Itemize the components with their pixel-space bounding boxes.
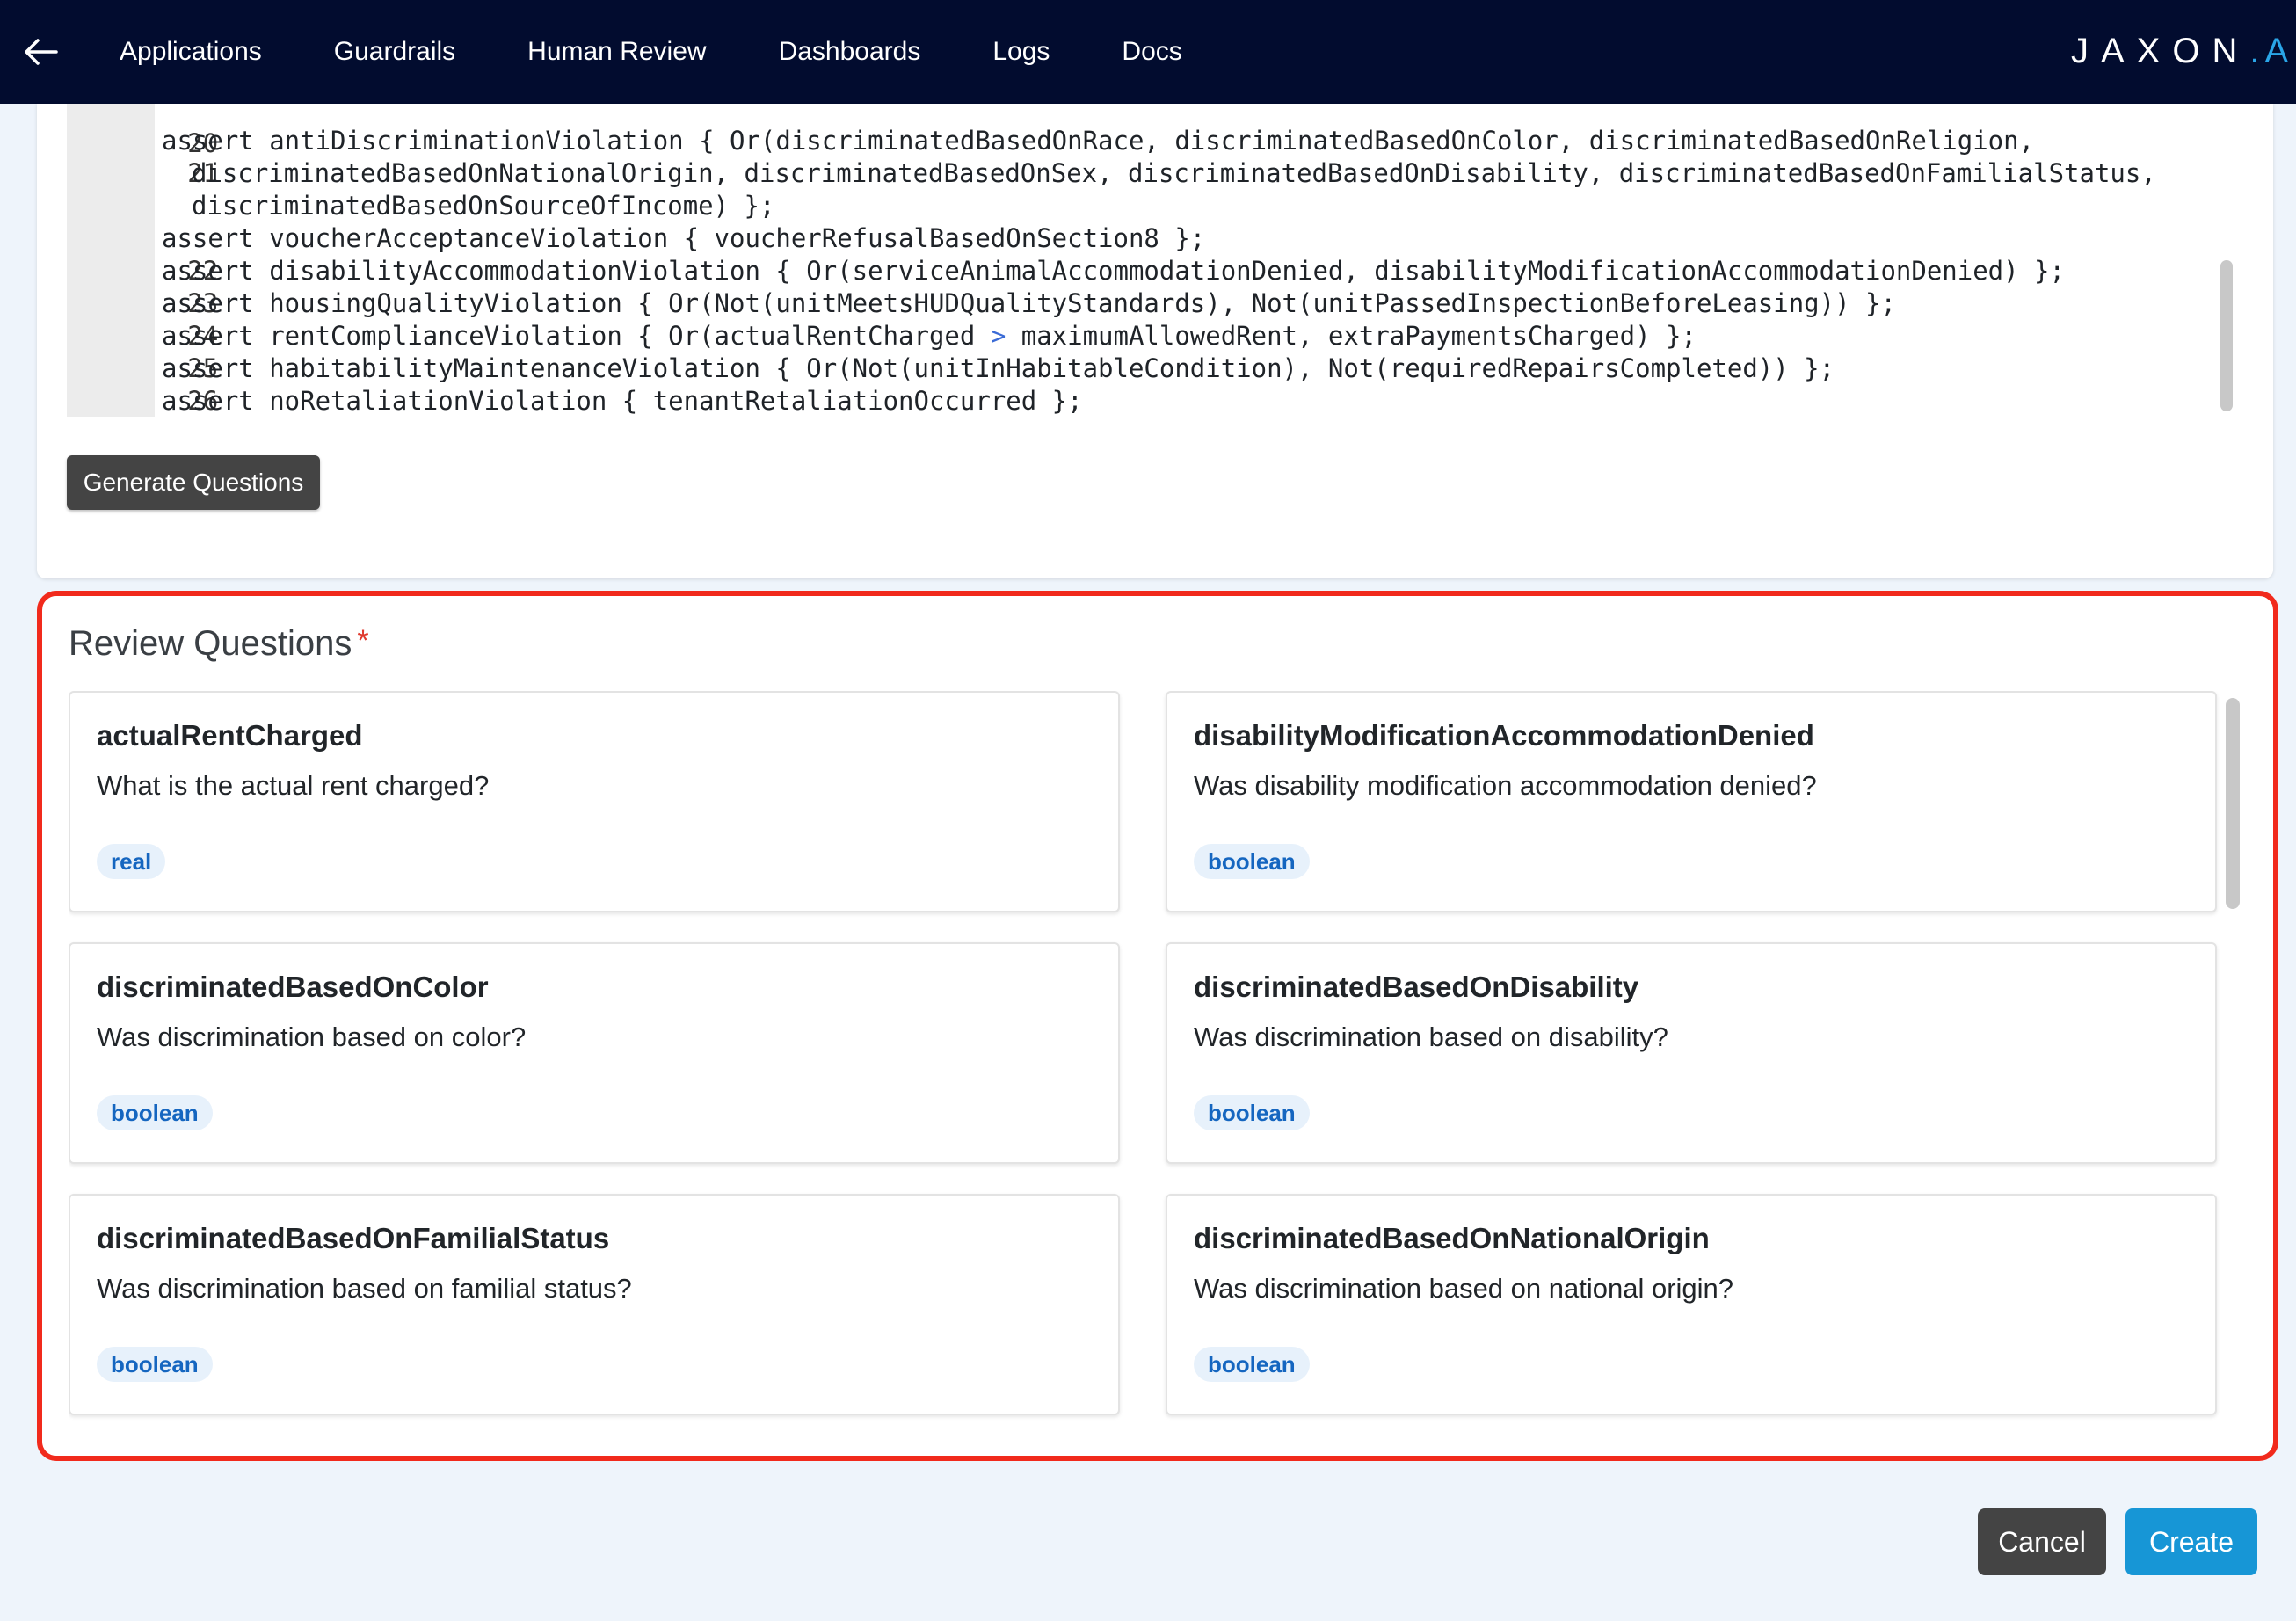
code-line: 27assert noRetaliationViolation { tenant… xyxy=(67,385,2242,417)
nav-item-applications[interactable]: Applications xyxy=(120,37,262,67)
code-text: assert rentComplianceViolation { Or(actu… xyxy=(162,320,1697,353)
question-name: discriminatedBasedOnFamilialStatus xyxy=(97,1222,610,1254)
question-text: Was discrimination based on national ori… xyxy=(1194,1273,1734,1304)
logo-dot: . xyxy=(2249,32,2265,70)
code-text: discriminatedBasedOnSourceOfIncome) }; xyxy=(192,191,775,221)
code-text: assert housingQualityViolation { Or(Not(… xyxy=(162,288,1896,318)
code-text: assert habitabilityMaintenanceViolation … xyxy=(162,353,1835,383)
type-badge: real xyxy=(97,844,166,879)
question-card[interactable]: discriminatedBasedOnFamilialStatus Was d… xyxy=(69,1194,1120,1415)
question-name: discriminatedBasedOnNationalOrigin xyxy=(1194,1222,1710,1254)
question-card[interactable]: discriminatedBasedOnColor Was discrimina… xyxy=(69,942,1120,1164)
code-text: assert disabilityAccommodationViolation … xyxy=(162,256,2065,286)
question-name: discriminatedBasedOnDisability xyxy=(1194,970,1639,1003)
question-card[interactable]: disabilityModificationAccommodationDenie… xyxy=(1166,691,2217,912)
code-editor[interactable]: 20 21 assert antiDiscriminationViolation … xyxy=(67,104,2242,417)
question-text: Was disability modification accommodatio… xyxy=(1194,770,1817,801)
code-text: discriminatedBasedOnNationalOrigin, disc… xyxy=(192,158,2156,188)
section-title: Review Questions * xyxy=(69,624,369,664)
create-button[interactable]: Create xyxy=(2125,1508,2257,1575)
code-text: assert voucherAcceptanceViolation { vouc… xyxy=(162,223,1206,253)
nav-menu: Applications Guardrails Human Review Das… xyxy=(120,0,1254,104)
question-name: disabilityModificationAccommodationDenie… xyxy=(1194,719,1814,752)
type-badge: boolean xyxy=(97,1095,213,1130)
rules-editor-card: 20 21 assert antiDiscriminationViolation … xyxy=(37,104,2273,578)
generate-questions-button[interactable]: Generate Questions xyxy=(67,455,320,510)
review-questions-section: Review Questions * actualRentCharged What… xyxy=(37,591,2278,1461)
nav-item-logs[interactable]: Logs xyxy=(992,37,1050,67)
nav-item-human-review[interactable]: Human Review xyxy=(527,37,706,67)
back-button[interactable] xyxy=(19,30,63,74)
code-segment: maximumAllowedRent, extraPaymentsCharged… xyxy=(1006,321,1697,351)
question-card[interactable]: discriminatedBasedOnDisability Was discr… xyxy=(1166,942,2217,1164)
question-name: discriminatedBasedOnColor xyxy=(97,970,489,1003)
type-badge: boolean xyxy=(1194,1347,1310,1382)
questions-scrollbar-thumb[interactable] xyxy=(2226,698,2240,909)
editor-scrollbar-thumb[interactable] xyxy=(2220,260,2233,411)
arrow-left-icon xyxy=(25,39,58,65)
required-marker: * xyxy=(357,624,369,658)
question-card[interactable]: actualRentCharged What is the actual ren… xyxy=(69,691,1120,912)
type-badge: boolean xyxy=(97,1347,213,1382)
type-badge: boolean xyxy=(1194,1095,1310,1130)
question-text: What is the actual rent charged? xyxy=(97,770,490,801)
question-card[interactable]: discriminatedBasedOnNationalOrigin Was d… xyxy=(1166,1194,2217,1415)
logo-suffix: A xyxy=(2264,32,2296,70)
top-navbar: Applications Guardrails Human Review Das… xyxy=(0,0,2296,104)
nav-item-guardrails[interactable]: Guardrails xyxy=(334,37,455,67)
cancel-button[interactable]: Cancel xyxy=(1978,1508,2106,1575)
question-text: Was discrimination based on familial sta… xyxy=(97,1273,632,1304)
code-operator: > xyxy=(990,321,1006,351)
question-text: Was discrimination based on color? xyxy=(97,1021,527,1052)
code-text: assert noRetaliationViolation { tenantRe… xyxy=(162,386,1083,416)
nav-item-dashboards[interactable]: Dashboards xyxy=(779,37,921,67)
question-text: Was discrimination based on disability? xyxy=(1194,1021,1668,1052)
review-title-text: Review Questions xyxy=(69,624,352,663)
code-text: assert antiDiscriminationViolation { Or(… xyxy=(162,126,2035,156)
logo-text: JAXON xyxy=(2071,32,2250,70)
nav-item-docs[interactable]: Docs xyxy=(1122,37,1181,67)
jaxon-logo[interactable]: JAXON.A xyxy=(2071,32,2296,74)
question-name: actualRentCharged xyxy=(97,719,363,752)
code-segment: assert rentComplianceViolation { Or(actu… xyxy=(162,321,991,351)
type-badge: boolean xyxy=(1194,844,1310,879)
question-grid: actualRentCharged What is the actual ren… xyxy=(69,691,2231,1438)
